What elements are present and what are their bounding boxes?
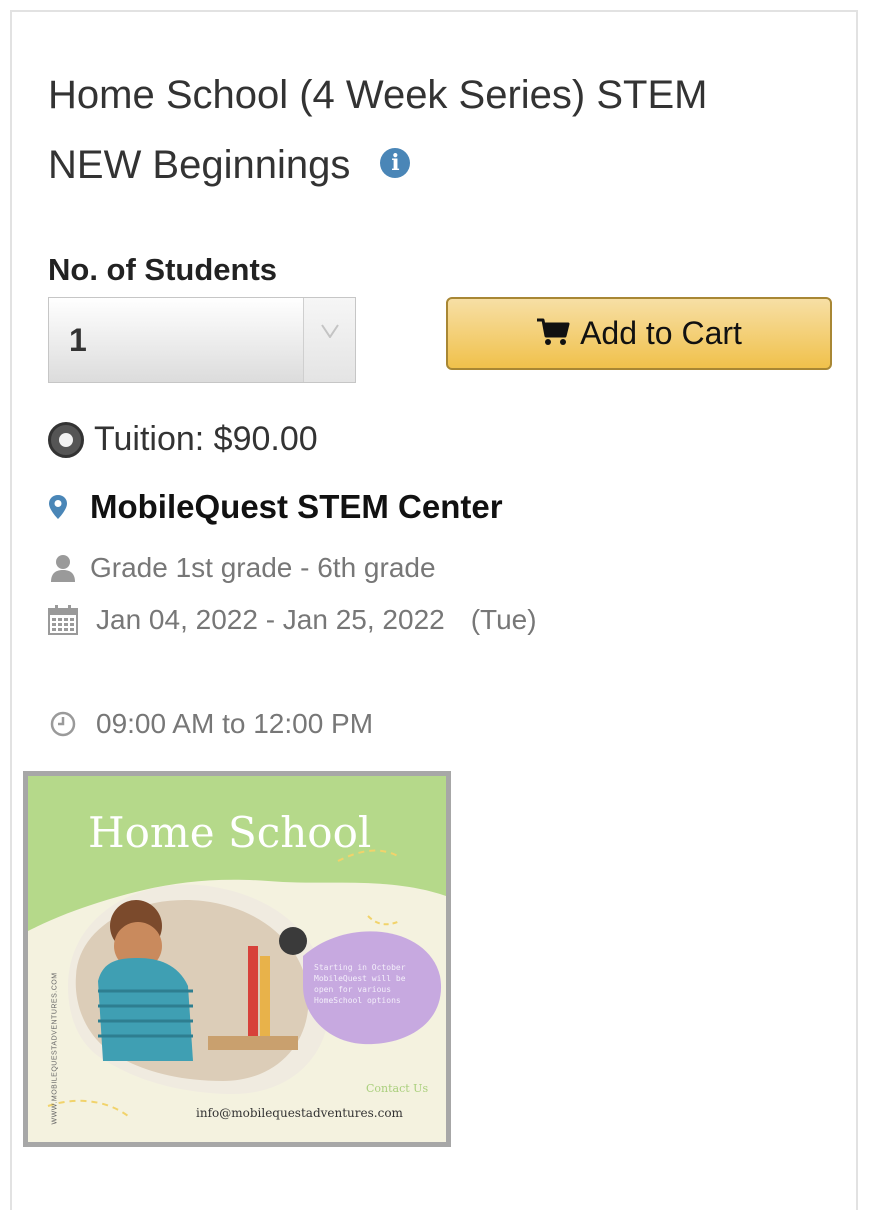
- flyer-email: info@mobilequestadventures.com: [196, 1106, 403, 1120]
- course-title-text: Home School (4 Week Series) STEM NEW Beg…: [48, 73, 708, 187]
- chevron-down-icon[interactable]: [303, 298, 355, 382]
- time-text: 09:00 AM to 12:00 PM: [96, 708, 374, 739]
- date-day: (Tue): [470, 604, 537, 635]
- tuition-text: Tuition: $90.00: [94, 420, 318, 458]
- grade-row: Grade 1st grade - 6th grade: [48, 552, 436, 584]
- students-select-value: 1: [69, 322, 87, 358]
- flyer-bubble-text: Starting in October MobileQuest will be …: [314, 963, 406, 1005]
- calendar-icon: [48, 605, 78, 635]
- flyer-title: Home School: [88, 808, 372, 857]
- flyer-side-text: WWW.MOBILEQUESTADVENTURES.COM: [51, 972, 59, 1125]
- course-title: Home School (4 Week Series) STEM NEW Beg…: [48, 60, 808, 200]
- add-to-cart-label: Add to Cart: [580, 315, 742, 351]
- user-icon: [48, 554, 78, 582]
- flyer-contact-label: Contact Us: [366, 1082, 429, 1095]
- add-to-cart-button[interactable]: Add to Cart: [446, 297, 832, 370]
- info-icon[interactable]: i: [380, 148, 411, 179]
- radio-selected-icon[interactable]: [48, 421, 84, 458]
- date-range: Jan 04, 2022 - Jan 25, 2022: [96, 604, 445, 635]
- course-flyer-image: Home School WWW.MOBILEQUESTADVENTURES.CO…: [23, 771, 451, 1147]
- map-pin-icon: [48, 494, 68, 520]
- time-row: 09:00 AM to 12:00 PM: [48, 708, 373, 740]
- tuition-option[interactable]: Tuition: $90.00: [48, 420, 318, 459]
- location: MobileQuest STEM Center: [48, 488, 503, 526]
- location-name: MobileQuest STEM Center: [90, 488, 503, 525]
- students-select[interactable]: 1: [48, 297, 356, 383]
- clock-icon: [48, 711, 78, 737]
- dates-row: Jan 04, 2022 - Jan 25, 2022 (Tue): [48, 604, 537, 636]
- grade-text: Grade 1st grade - 6th grade: [90, 552, 436, 583]
- shopping-cart-icon: [536, 317, 570, 355]
- students-label: No. of Students: [48, 252, 278, 287]
